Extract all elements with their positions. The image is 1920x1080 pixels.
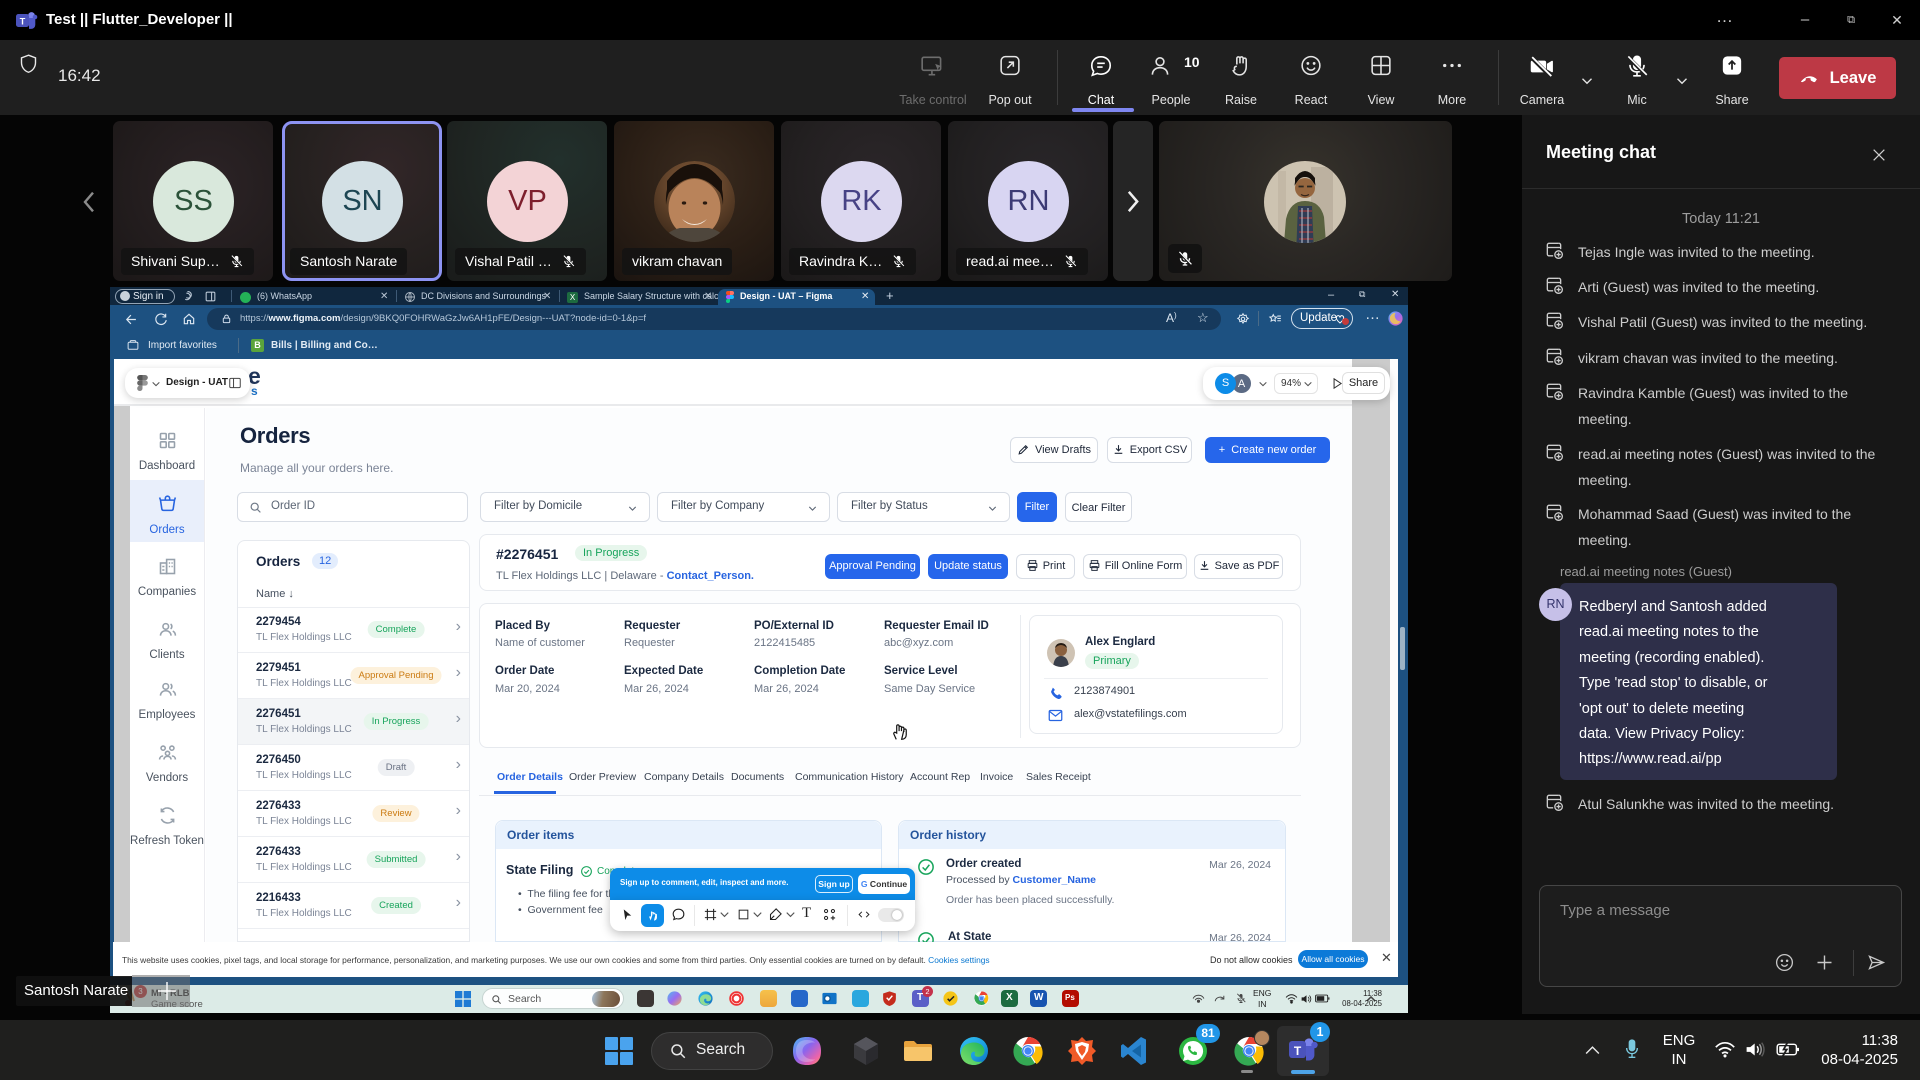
svg-text:T: T [1294, 1044, 1302, 1058]
svg-text:T: T [20, 17, 26, 27]
